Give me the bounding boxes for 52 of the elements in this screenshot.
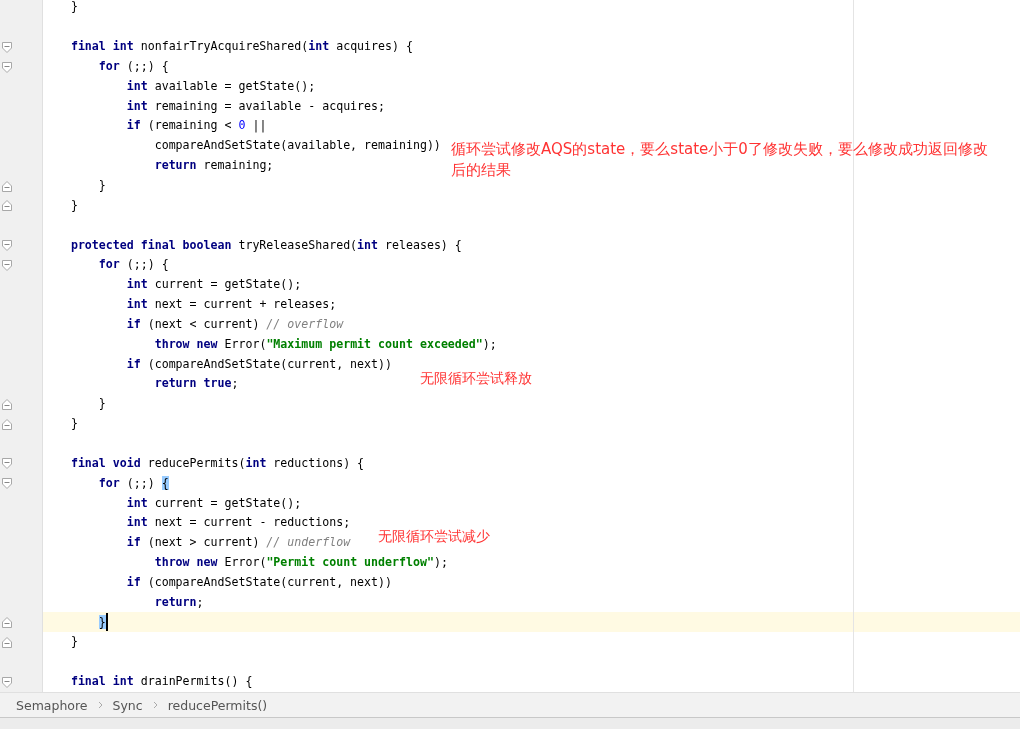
chevron-right-icon <box>152 701 158 709</box>
code-line: throw new Error("Maximum permit count exceeded"); <box>154 336 497 352</box>
fold-marker-icon[interactable] <box>2 398 12 410</box>
fold-marker-icon[interactable] <box>2 259 12 271</box>
fold-marker-icon[interactable] <box>2 41 12 53</box>
breadcrumb-item[interactable]: Sync <box>112 697 143 713</box>
annotation-text: 循环尝试修改AQS的state，要么state小于0了修改失败，要么修改成功返回修改后的结果 <box>451 139 989 181</box>
code-line: if (compareAndSetState(current, next)) <box>126 574 392 590</box>
fold-marker-icon[interactable] <box>2 200 12 212</box>
code-line: final int nonfairTryAcquireShared(int acquires) { <box>70 39 413 55</box>
code-line: throw new Error("Permit count underflow"); <box>154 555 448 571</box>
code-line: return true; <box>154 376 239 392</box>
chevron-right-icon <box>97 701 103 709</box>
fold-marker-icon[interactable] <box>2 458 12 470</box>
code-line: if (remaining < 0 || <box>126 118 267 134</box>
code-line: } <box>70 0 78 15</box>
code-line: int current = getState(); <box>126 277 302 293</box>
code-line: for (;;) { <box>98 257 169 273</box>
code-line: } <box>70 634 78 650</box>
annotation-text: 无限循环尝试减少 <box>378 527 490 546</box>
fold-marker-icon[interactable] <box>2 676 12 688</box>
text-caret <box>105 613 108 632</box>
fold-marker-icon[interactable] <box>2 478 12 490</box>
fold-marker-icon[interactable] <box>2 240 12 252</box>
fold-marker-icon[interactable] <box>2 61 12 73</box>
code-line: if (compareAndSetState(current, next)) <box>126 356 392 372</box>
fold-marker-icon[interactable] <box>2 180 12 192</box>
code-line: int next = current + releases; <box>126 297 337 313</box>
code-line: } <box>70 416 78 432</box>
code-line: for (;;) { <box>98 475 169 491</box>
code-line: int available = getState(); <box>126 78 316 94</box>
code-line: } <box>70 197 78 213</box>
code-line: final int drainPermits() { <box>70 674 253 690</box>
code-line: compareAndSetState(available, remaining)) <box>154 138 441 154</box>
code-line: int next = current - reductions; <box>126 515 351 531</box>
code-line: protected final boolean tryReleaseShared(int releases) { <box>70 237 462 253</box>
code-line: } <box>98 396 106 412</box>
code-line: final void reducePermits(int reductions) { <box>70 455 365 471</box>
code-line: int current = getState(); <box>126 495 302 511</box>
code-line: return remaining; <box>154 158 274 174</box>
fold-marker-icon[interactable] <box>2 418 12 430</box>
code-line: if (next < current) // overflow <box>126 316 344 332</box>
breadcrumb-item[interactable]: reducePermits() <box>167 697 268 713</box>
code-line: } <box>98 178 106 193</box>
code-line: for (;;) { <box>98 58 169 74</box>
code-line: return; <box>154 594 204 610</box>
breadcrumb-item[interactable]: Semaphore <box>16 697 88 713</box>
fold-marker-icon[interactable] <box>2 617 12 629</box>
code-line: int remaining = available - acquires; <box>126 98 386 114</box>
code-line: if (next > current) // underflow <box>126 535 351 551</box>
fold-marker-icon[interactable] <box>2 637 12 648</box>
annotation-text: 无限循环尝试释放 <box>420 369 532 388</box>
